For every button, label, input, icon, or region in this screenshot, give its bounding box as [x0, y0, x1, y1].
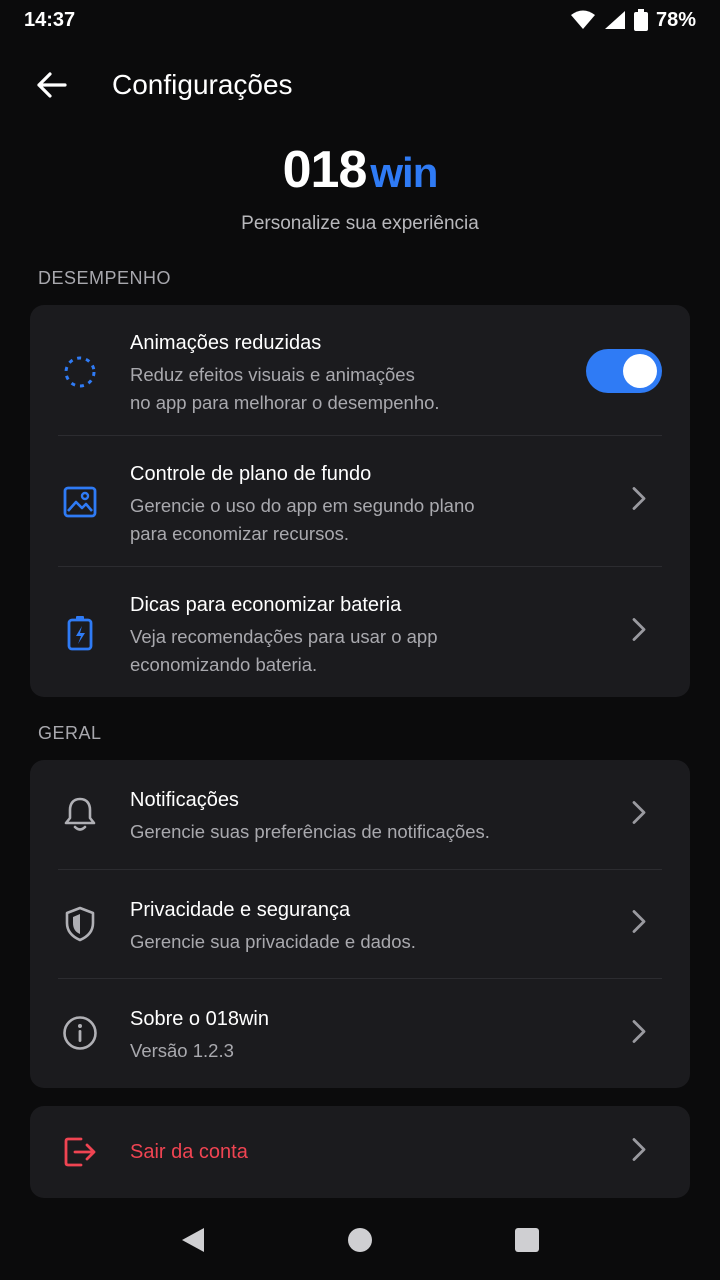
chevron-right-icon — [632, 800, 646, 829]
setting-description: Gerencie suas preferências de notificaçõ… — [130, 821, 490, 842]
app-version: Versão 1.2.3 — [130, 1040, 234, 1061]
nav-back-button[interactable] — [180, 1226, 206, 1259]
shield-icon — [30, 896, 130, 942]
setting-title: Animações reduzidas — [130, 332, 322, 354]
setting-reduced-animations[interactable]: Animações reduzidas Reduz efeitos visuai… — [30, 305, 690, 435]
chevron-right-icon — [632, 910, 646, 939]
section-label-performance: DESEMPENHO — [38, 268, 172, 288]
nav-recents-button[interactable] — [514, 1227, 540, 1258]
setting-title: Dicas para economizar bateria — [130, 594, 402, 616]
setting-description: Reduz efeitos visuais e animações no app… — [130, 364, 440, 413]
setting-about[interactable]: Sobre o 018win Versão 1.2.3 — [30, 979, 690, 1088]
wifi-icon — [570, 10, 596, 30]
animation-icon — [30, 329, 130, 389]
setting-title: Privacidade e segurança — [130, 899, 351, 921]
setting-description: Veja recomendações para usar o app econo… — [130, 626, 438, 675]
chevron-right-icon — [632, 1138, 646, 1167]
status-bar: 14:37 78% — [0, 0, 720, 40]
battery-percent: 78% — [655, 8, 696, 31]
logout-icon — [30, 1136, 130, 1168]
setting-notifications[interactable]: Notificações Gerencie suas preferências … — [30, 760, 690, 869]
app-bar: Configurações — [0, 56, 720, 114]
brand-subtitle: Personalize sua experiência — [241, 213, 479, 234]
reduced-animations-toggle[interactable] — [586, 349, 662, 393]
system-nav-bar — [0, 1205, 720, 1280]
arrow-left-icon — [37, 72, 67, 98]
chevron-right-icon — [632, 1019, 646, 1048]
logout-label: Sair da conta — [130, 1141, 248, 1163]
logo-part-2: win — [370, 149, 438, 196]
setting-battery-tips[interactable]: Dicas para economizar bateria Veja recom… — [30, 567, 690, 697]
back-button[interactable] — [24, 57, 80, 113]
chevron-right-icon — [632, 618, 646, 647]
setting-title: Controle de plano de fundo — [130, 463, 372, 485]
setting-description: Gerencie o uso do app em segundo plano p… — [130, 495, 475, 544]
nav-home-button[interactable] — [347, 1227, 373, 1258]
logout-button[interactable]: Sair da conta — [30, 1106, 690, 1198]
setting-background-control[interactable]: Controle de plano de fundo Gerencie o us… — [30, 436, 690, 566]
image-icon — [30, 460, 130, 518]
status-time: 14:37 — [24, 8, 76, 31]
toggle-knob — [623, 354, 657, 388]
setting-privacy-security[interactable]: Privacidade e segurança Gerencie sua pri… — [30, 870, 690, 978]
setting-title: Sobre o 018win — [130, 1008, 269, 1030]
info-icon — [30, 1005, 130, 1051]
logo-part-1: 018 — [282, 141, 368, 199]
signal-icon — [604, 10, 626, 30]
brand-header: 018win Personalize sua experiência — [0, 138, 720, 235]
performance-card: Animações reduzidas Reduz efeitos visuai… — [30, 305, 690, 697]
page-title: Configurações — [112, 69, 293, 100]
general-card: Notificações Gerencie suas preferências … — [30, 760, 690, 1088]
battery-icon — [633, 9, 648, 31]
chevron-right-icon — [632, 487, 646, 516]
section-label-general: GERAL — [38, 723, 102, 743]
setting-title: Notificações — [130, 789, 239, 811]
setting-description: Gerencie sua privacidade e dados. — [130, 931, 416, 952]
battery-tips-icon — [30, 591, 130, 651]
bell-icon — [30, 786, 130, 832]
brand-logo: 018win — [0, 138, 720, 205]
